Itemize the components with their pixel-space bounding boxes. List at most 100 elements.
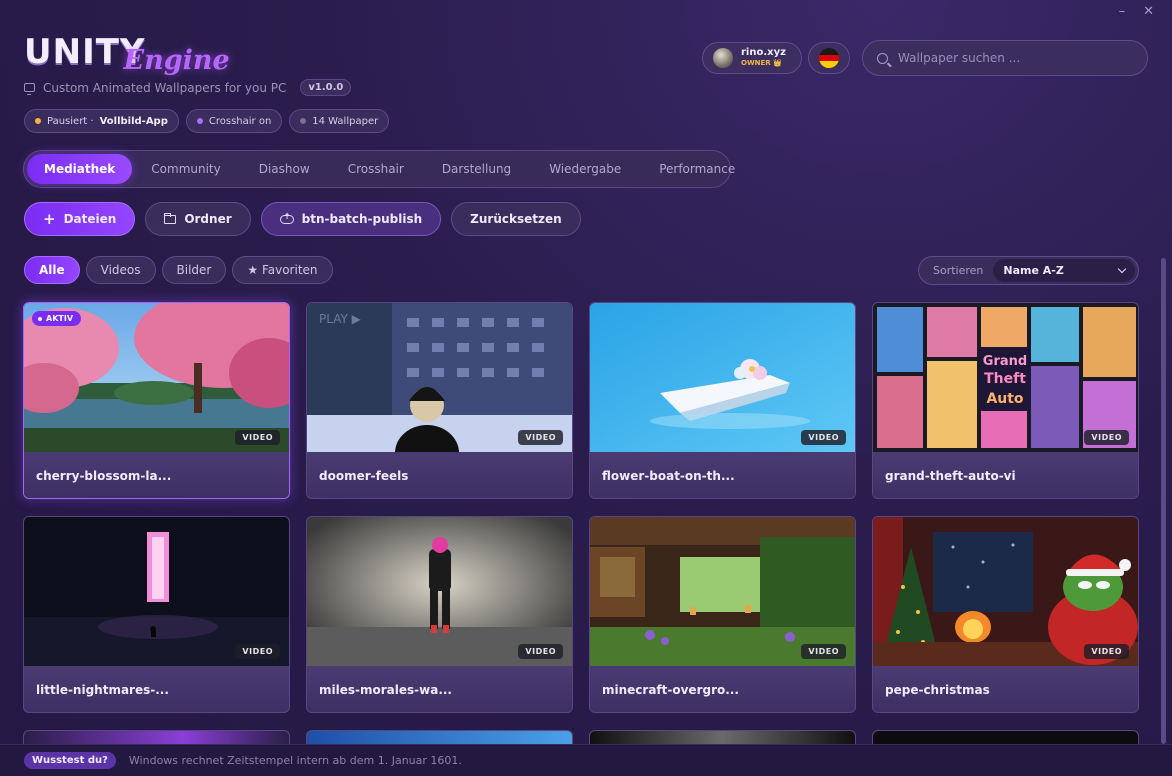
wallpaper-card-partial[interactable] (589, 730, 856, 744)
next-row-preview (23, 730, 1139, 744)
wallpaper-card[interactable]: VIDEO pepe-christmas (872, 516, 1139, 713)
video-badge: VIDEO (235, 644, 280, 659)
tagline: Custom Animated Wallpapers for you PC v1… (24, 79, 352, 96)
wallpaper-card-partial[interactable] (872, 730, 1139, 744)
video-badge: VIDEO (1084, 430, 1129, 445)
sort-value: Name A-Z (1003, 264, 1064, 277)
filter-all[interactable]: Alle (24, 256, 80, 284)
wallpaper-card[interactable]: PLAY ▶ VIDEO doomer-feels (306, 302, 573, 499)
video-badge: VIDEO (235, 430, 280, 445)
app-logo: UNITY Engine (24, 26, 230, 76)
scrollbar[interactable] (1161, 258, 1166, 744)
active-badge-label: AKTIV (46, 314, 74, 323)
wallpaper-thumbnail: AKTIV VIDEO (24, 303, 289, 452)
user-name: rino.xyz (741, 47, 786, 58)
svg-text:PLAY ▶: PLAY ▶ (319, 312, 362, 326)
tab-diashow[interactable]: Diashow (240, 154, 329, 184)
wallpaper-title: pepe-christmas (873, 666, 1138, 712)
wallpaper-card[interactable]: VIDEO minecraft-overgro... (589, 516, 856, 713)
close-button[interactable]: ✕ (1143, 4, 1154, 19)
wallpaper-thumbnail: Grand Theft Auto VIDEO (873, 303, 1138, 452)
user-text: rino.xyz OWNER 👑 (741, 47, 786, 69)
wallpaper-title: flower-boat-on-th... (590, 452, 855, 498)
tagline-text: Custom Animated Wallpapers for you PC (43, 80, 287, 95)
wallpaper-title: doomer-feels (307, 452, 572, 498)
sort-control: Sortieren Name A-Z (918, 256, 1139, 285)
wallpaper-thumbnail: VIDEO (873, 517, 1138, 666)
status-label: Pausiert · (47, 115, 94, 127)
filter-images[interactable]: Bilder (161, 256, 227, 284)
wallpaper-card[interactable]: AKTIV VIDEO cherry-blossom-la... (23, 302, 290, 499)
status-label: 14 Wallpaper (312, 115, 379, 127)
tip-badge: Wusstest du? (24, 752, 116, 769)
user-role: OWNER 👑 (741, 59, 782, 67)
search-box (862, 40, 1148, 76)
search-icon (877, 52, 888, 64)
reset-button[interactable]: Zurücksetzen (451, 202, 581, 236)
sort-label: Sortieren (933, 264, 984, 277)
wallpaper-thumbnail: PLAY ▶ VIDEO (307, 303, 572, 452)
wallpaper-card[interactable]: VIDEO flower-boat-on-th... (589, 302, 856, 499)
monitor-icon (24, 83, 35, 95)
german-flag-icon (819, 48, 839, 68)
folder-button[interactable]: Ordner (145, 202, 251, 236)
reset-label: Zurücksetzen (470, 212, 562, 226)
folder-label: Ordner (184, 212, 232, 226)
user-profile-button[interactable]: rino.xyz OWNER 👑 (702, 42, 802, 74)
filter-bar: Alle Videos Bilder ★ Favoriten (24, 256, 333, 284)
sort-select[interactable]: Name A-Z (993, 259, 1135, 282)
video-badge: VIDEO (801, 430, 846, 445)
video-badge: VIDEO (1084, 644, 1129, 659)
plus-icon: + (43, 209, 56, 228)
status-row: Pausiert · Vollbild-App Crosshair on 14 … (24, 109, 390, 133)
chevron-down-icon (1117, 264, 1127, 273)
filter-favorites[interactable]: ★ Favoriten (232, 256, 333, 284)
wallpaper-thumbnail: VIDEO (590, 517, 855, 666)
version-badge: v1.0.0 (300, 79, 352, 96)
active-badge: AKTIV (32, 311, 82, 326)
filter-videos[interactable]: Videos (85, 256, 156, 284)
search-input[interactable] (898, 51, 1128, 65)
tab-community[interactable]: Community (132, 154, 239, 184)
status-dot-icon (35, 118, 41, 124)
tip-footer: Wusstest du? Windows rechnet Zeitstempel… (0, 744, 1172, 776)
wallpaper-card-partial[interactable] (306, 730, 573, 744)
tab-wiedergabe[interactable]: Wiedergabe (530, 154, 640, 184)
status-dot-icon (196, 118, 203, 124)
tip-text: Windows rechnet Zeitstempel intern ab de… (128, 754, 462, 767)
status-dot-icon (300, 118, 307, 124)
action-bar: + Dateien Ordner btn-batch-publish Zurüc… (24, 202, 581, 236)
wallpaper-thumbnail: VIDEO (307, 517, 572, 666)
window-controls: – ✕ (1119, 4, 1154, 19)
svg-text:Theft: Theft (984, 371, 1026, 387)
tab-darstellung[interactable]: Darstellung (423, 154, 530, 184)
minimize-button[interactable]: – (1119, 4, 1126, 19)
status-chip-crosshair: Crosshair on (185, 109, 283, 133)
wallpaper-thumbnail: VIDEO (24, 517, 289, 666)
video-badge: VIDEO (518, 644, 563, 659)
status-chip-pause: Pausiert · Vollbild-App (24, 109, 179, 133)
add-files-label: Dateien (63, 212, 117, 226)
cloud-upload-icon (279, 212, 294, 224)
wallpaper-card[interactable]: VIDEO little-nightmares-... (23, 516, 290, 713)
language-button[interactable] (808, 42, 850, 74)
tab-crosshair[interactable]: Crosshair (329, 154, 423, 184)
wallpaper-card[interactable]: Grand Theft Auto VIDEO grand-theft-auto-… (872, 302, 1139, 499)
wallpaper-title: miles-morales-wa... (307, 666, 572, 712)
wallpaper-card-partial[interactable] (23, 730, 290, 744)
tab-performance[interactable]: Performance (640, 154, 754, 184)
batch-publish-label: btn-batch-publish (301, 212, 423, 226)
folder-icon (163, 212, 177, 224)
status-chip-count: 14 Wallpaper (289, 109, 390, 133)
svg-text:Grand: Grand (983, 354, 1027, 369)
status-label: Crosshair on (208, 115, 272, 127)
tab-mediathek[interactable]: Mediathek (27, 154, 133, 184)
add-files-button[interactable]: + Dateien (24, 202, 136, 236)
wallpaper-title: cherry-blossom-la... (24, 452, 289, 498)
wallpaper-card[interactable]: VIDEO miles-morales-wa... (306, 516, 573, 713)
main-tabs: Mediathek Community Diashow Crosshair Da… (23, 150, 735, 188)
wallpaper-title: little-nightmares-... (24, 666, 289, 712)
wallpaper-title: grand-theft-auto-vi (873, 452, 1138, 498)
batch-publish-button[interactable]: btn-batch-publish (260, 202, 442, 236)
video-badge: VIDEO (518, 430, 563, 445)
